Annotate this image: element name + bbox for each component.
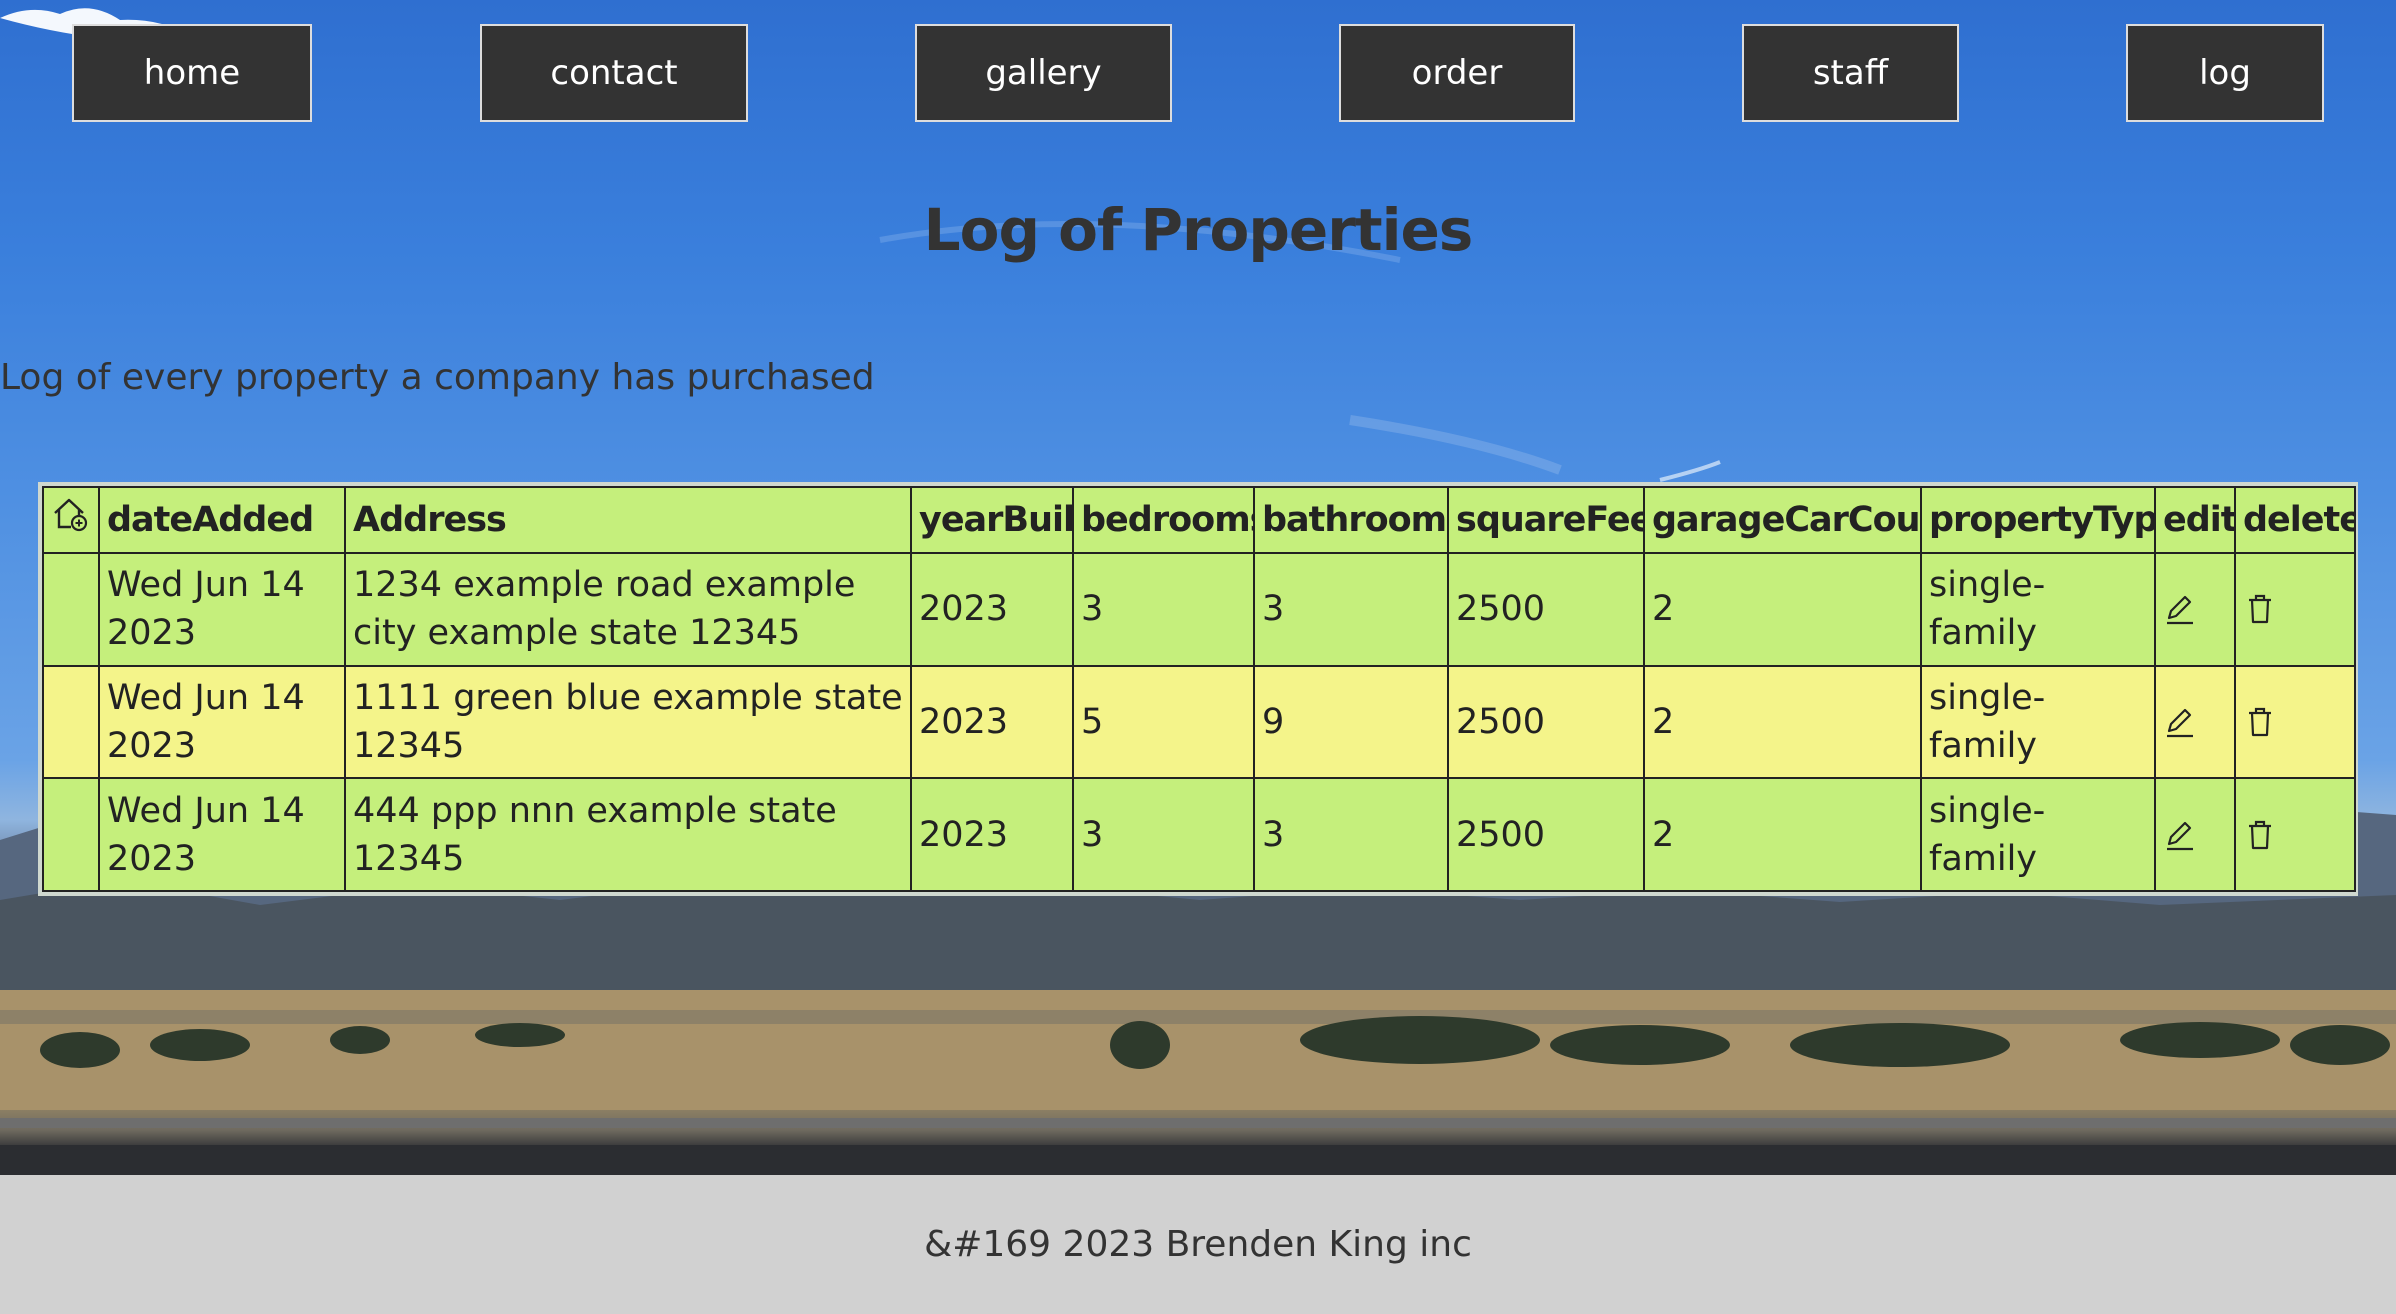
column-header-squareFeet: squareFeet [1447, 486, 1645, 554]
cell-squareFeet: 2500 [1447, 552, 1645, 667]
table-row: Wed Jun 14 2023 444 ppp nnn example stat… [42, 777, 2356, 892]
cell-bathrooms: 3 [1253, 552, 1449, 667]
nav-staff-button[interactable]: staff [1742, 24, 1959, 122]
cell-dateAdded: Wed Jun 14 2023 [98, 664, 346, 780]
nav-home-button[interactable]: home [72, 24, 312, 122]
column-header-yearBuilt: yearBuilt [910, 486, 1074, 554]
header-icon-cell [42, 486, 100, 554]
row-icon-cell [42, 777, 100, 892]
row-icon-cell [42, 552, 100, 667]
cell-yearBuilt: 2023 [910, 552, 1074, 667]
trash-icon[interactable] [2243, 705, 2277, 739]
cell-dateAdded: Wed Jun 14 2023 [98, 777, 346, 892]
trash-icon[interactable] [2243, 592, 2277, 626]
cell-edit [2154, 664, 2236, 780]
cell-propertyType: single-family [1920, 664, 2156, 780]
cell-garageCarCount: 2 [1643, 777, 1922, 892]
cell-dateAdded: Wed Jun 14 2023 [98, 552, 346, 667]
page-title: Log of Properties [923, 196, 1474, 264]
cell-yearBuilt: 2023 [910, 777, 1074, 892]
table-row: Wed Jun 14 2023 1234 example road exampl… [42, 552, 2356, 667]
house-add-icon[interactable] [51, 495, 89, 533]
cell-address: 1111 green blue example state 12345 [344, 664, 912, 780]
properties-table: dateAdded Address yearBuilt bedrooms bat… [42, 486, 2356, 892]
table-row: Wed Jun 14 2023 1111 green blue example … [42, 664, 2356, 780]
cell-delete [2234, 552, 2356, 667]
page: home contact gallery order staff log Log… [0, 0, 2396, 1314]
pencil-icon[interactable] [2163, 818, 2197, 852]
cell-propertyType: single-family [1920, 777, 2156, 892]
cell-edit [2154, 552, 2236, 667]
cell-garageCarCount: 2 [1643, 552, 1922, 667]
nav-contact-button[interactable]: contact [480, 24, 748, 122]
cell-delete [2234, 777, 2356, 892]
cell-edit [2154, 777, 2236, 892]
page-subtitle: Log of every property a company has purc… [0, 357, 875, 398]
trash-icon[interactable] [2243, 818, 2277, 852]
cell-yearBuilt: 2023 [910, 664, 1074, 780]
nav-log-button[interactable]: log [2126, 24, 2324, 122]
footer: &#169 2023 Brenden King inc [0, 1175, 2396, 1314]
cell-garageCarCount: 2 [1643, 664, 1922, 780]
properties-table-container: dateAdded Address yearBuilt bedrooms bat… [38, 482, 2358, 896]
pencil-icon[interactable] [2163, 592, 2197, 626]
column-header-bedrooms: bedrooms [1072, 486, 1255, 554]
pencil-icon[interactable] [2163, 705, 2197, 739]
nav-gallery-button[interactable]: gallery [915, 24, 1172, 122]
cell-bathrooms: 3 [1253, 777, 1449, 892]
cell-bedrooms: 5 [1072, 664, 1255, 780]
cell-address: 444 ppp nnn example state 12345 [344, 777, 912, 892]
row-icon-cell [42, 664, 100, 780]
cell-bedrooms: 3 [1072, 777, 1255, 892]
column-header-edit: edit [2154, 486, 2236, 554]
column-header-propertyType: propertyType [1920, 486, 2156, 554]
column-header-address: Address [344, 486, 912, 554]
cell-squareFeet: 2500 [1447, 664, 1645, 780]
column-header-dateAdded: dateAdded [98, 486, 346, 554]
footer-copyright: &#169 2023 Brenden King inc [924, 1224, 1472, 1265]
cell-bedrooms: 3 [1072, 552, 1255, 667]
column-header-garageCarCount: garageCarCount [1643, 486, 1922, 554]
cell-propertyType: single-family [1920, 552, 2156, 667]
table-header-row: dateAdded Address yearBuilt bedrooms bat… [42, 486, 2356, 554]
cell-bathrooms: 9 [1253, 664, 1449, 780]
cell-squareFeet: 2500 [1447, 777, 1645, 892]
column-header-delete: delete [2234, 486, 2356, 554]
cell-address: 1234 example road example city example s… [344, 552, 912, 667]
cell-delete [2234, 664, 2356, 780]
column-header-bathrooms: bathrooms [1253, 486, 1449, 554]
nav-order-button[interactable]: order [1339, 24, 1575, 122]
